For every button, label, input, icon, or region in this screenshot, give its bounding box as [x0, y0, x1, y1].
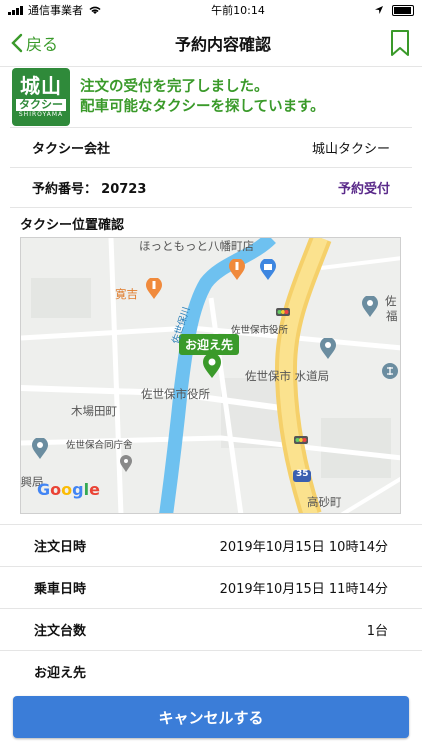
pickup-location-label: お迎え先 — [34, 666, 87, 681]
back-button[interactable]: 戻る — [10, 31, 58, 55]
place-pin-icon-2 — [320, 338, 336, 359]
map-label-sa: 佐 — [385, 294, 397, 308]
banner-message-line2: 配車可能なタクシーを探しています。 — [80, 99, 325, 115]
location-arrow-icon — [374, 6, 383, 14]
reservation-number-label: 予約番号： — [32, 182, 98, 197]
temple-icon — [382, 363, 398, 379]
order-count-row: 注文台数 1台 — [0, 608, 422, 650]
map-label-city-office-small: 佐世保市役所 — [231, 325, 289, 336]
cancel-button[interactable]: キャンセルする — [13, 696, 409, 738]
map-label-takasago: 高砂町 — [307, 495, 342, 509]
taxi-location-map[interactable]: お迎え先 ほっともっと八幡町店 寛吉 佐世保市役所 佐世保市役所 佐世保市 水道… — [20, 237, 401, 514]
logo-main-text: 城山 — [20, 74, 62, 98]
page-title: 予約内容確認 — [175, 35, 272, 54]
logo-sub-text: タクシー — [16, 99, 66, 111]
order-count-label: 注文台数 — [34, 624, 87, 639]
pickup-tag: お迎え先 — [179, 334, 240, 355]
status-right — [374, 4, 414, 16]
reservation-number-row: 予約番号： 20723 予約受付 — [10, 168, 412, 208]
banner-message-line1: 注文の受付を完了しました。 — [80, 79, 269, 95]
back-label: 戻る — [26, 35, 59, 54]
boarding-datetime-value: 2019年10月15日 11時14分 — [219, 582, 388, 597]
place-pin-icon — [362, 296, 378, 317]
boarding-datetime-row: 乗車日時 2019年10月15日 11時14分 — [0, 566, 422, 608]
bookmark-icon[interactable] — [388, 29, 412, 57]
google-logo: Google — [37, 480, 100, 499]
map-label-fuku: 福 — [386, 309, 398, 323]
banner-message: 注文の受付を完了しました。 配車可能なタクシーを探しています。 — [80, 77, 325, 117]
map-label-city-office: 佐世保市役所 — [141, 387, 210, 401]
map-label-waterworks: 佐世保市 水道局 — [245, 369, 330, 383]
map-label-kibata: 木場田町 — [71, 404, 117, 418]
logo-roman-text: SHIROYAMA — [18, 111, 64, 118]
wifi-icon — [89, 6, 101, 14]
carrier-label: 通信事業者 — [28, 4, 83, 17]
taxi-company-row: タクシー会社 城山タクシー — [10, 128, 412, 168]
pickup-pin-icon[interactable] — [201, 353, 223, 379]
place-pin-icon-4 — [120, 455, 132, 472]
info-rows: タクシー会社 城山タクシー 予約番号： 20723 予約受付 — [10, 127, 412, 208]
pickup-location-row: お迎え先 — [0, 650, 422, 692]
map-label-route-35: 35 — [296, 469, 309, 479]
nav-bar: 戻る 予約内容確認 — [0, 20, 422, 67]
status-time: 午前10:14 — [211, 4, 265, 17]
map-label-hotto: ほっともっと八幡町店 — [139, 239, 254, 253]
signal-icon — [8, 5, 23, 15]
status-left: 通信事業者 — [8, 2, 102, 18]
map-label-kankichi: 寛吉 — [115, 287, 138, 301]
taxi-company-label: タクシー会社 — [32, 142, 111, 157]
traffic-light-icon — [276, 308, 290, 316]
order-details: 注文日時 2019年10月15日 10時14分 乗車日時 2019年10月15日… — [0, 524, 422, 692]
order-datetime-value: 2019年10月15日 10時14分 — [219, 540, 388, 555]
status-badge: 予約受付 — [337, 182, 390, 197]
confirmation-banner: 城山 タクシー SHIROYAMA 注文の受付を完了しました。 配車可能なタクシ… — [0, 67, 422, 127]
map-label-joint-office: 佐世保合同庁舎 — [66, 440, 133, 451]
traffic-light-icon-2 — [294, 436, 308, 444]
order-datetime-row: 注文日時 2019年10月15日 10時14分 — [0, 524, 422, 566]
chevron-left-icon — [11, 33, 23, 53]
restaurant-pin-icon — [146, 278, 162, 299]
map-section-title: タクシー位置確認 — [20, 218, 125, 233]
taxi-company-value: 城山タクシー — [311, 142, 390, 157]
reservation-number-value: 20723 — [101, 182, 147, 197]
battery-icon — [391, 4, 414, 16]
restaurant-pin-icon-2 — [229, 259, 245, 280]
shiroyama-taxi-logo: 城山 タクシー SHIROYAMA — [12, 68, 70, 126]
order-count-value: 1台 — [366, 624, 388, 639]
status-bar: 通信事業者 午前10:14 — [0, 0, 422, 20]
order-datetime-label: 注文日時 — [34, 540, 87, 555]
shopping-pin-icon — [260, 259, 276, 280]
boarding-datetime-label: 乗車日時 — [34, 582, 87, 597]
place-pin-icon-3 — [32, 438, 48, 459]
